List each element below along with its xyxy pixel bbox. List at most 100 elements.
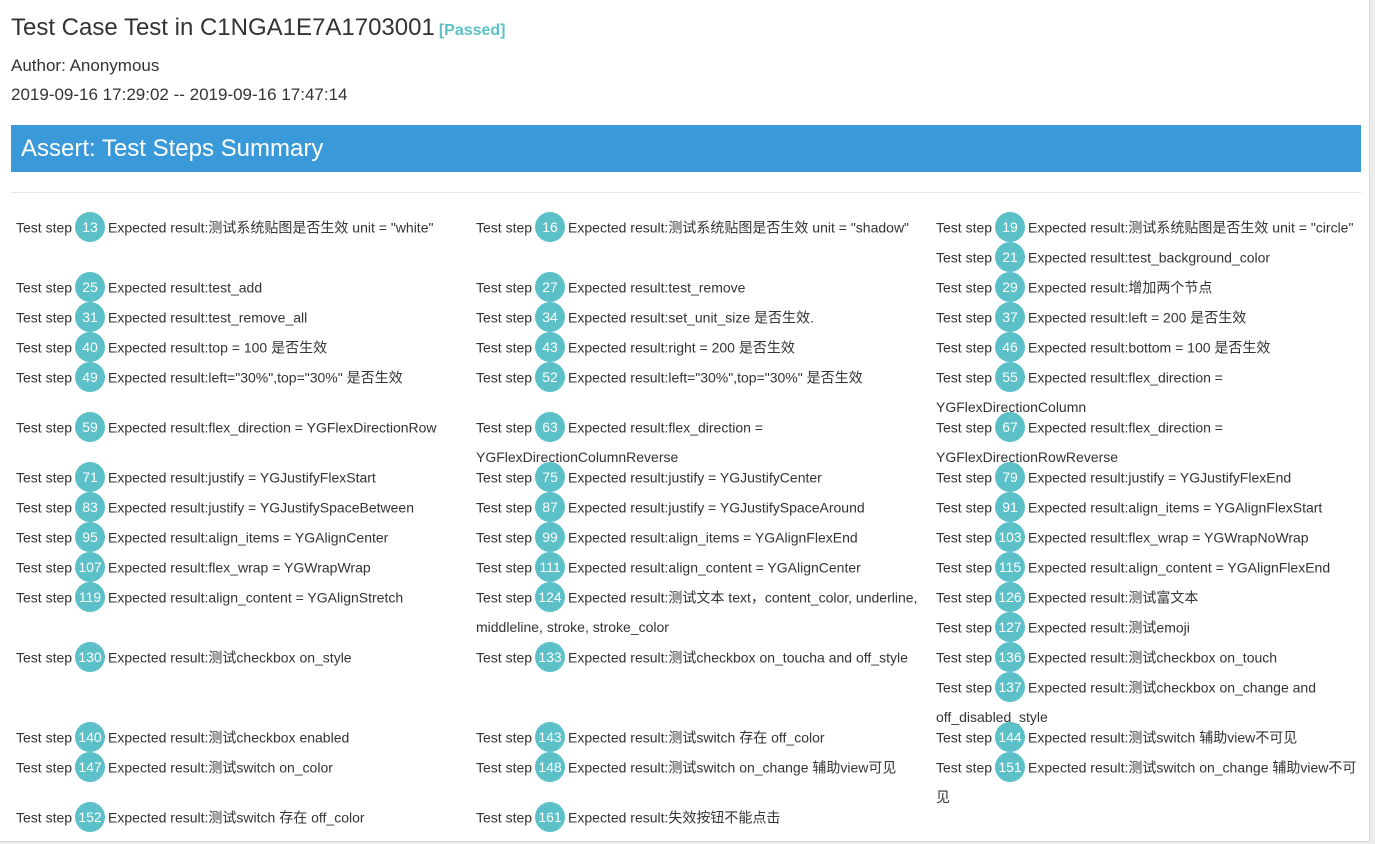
step-number-badge: 67 [995,412,1026,442]
test-step-row: Test step 99 Expected result:align_items =… [476,522,921,554]
step-number-badge: 79 [995,462,1026,492]
step-number-badge: 71 [75,462,106,492]
expected-result-text: Expected result:left="30%",top="30%" 是否生… [568,369,863,386]
test-step-row: Test step 126 Expected result:测试富文本 [936,582,1361,614]
step-number-badge: 119 [75,582,106,612]
test-step-row: Test step 140 Expected result:测试checkbox e… [16,722,461,754]
test-step-row: Test step 95 Expected result:align_items =… [16,522,461,554]
step-number-badge: 13 [75,212,106,242]
step-number-badge: 126 [995,582,1026,612]
expected-result-text: Expected result:justify = YGJustifySpace… [568,499,865,516]
step-label: Test step [936,249,993,266]
step-label: Test step [936,589,993,606]
step-number-badge: 59 [75,412,106,442]
step-number-badge: 151 [995,752,1026,782]
test-step-row: Test step 34 Expected result:set_unit_size… [476,302,921,334]
step-number-badge: 34 [535,302,566,332]
test-step-row: Test step 152 Expected result:测试switch 存在 … [16,802,461,834]
expected-result-text: Expected result:justify = YGJustifyFlexE… [1028,469,1292,486]
test-step-row: Test step 71 Expected result:justify = YGJ… [16,462,461,494]
step-number-badge: 31 [75,302,106,332]
step-label: Test step [476,529,533,546]
step-number-badge: 16 [535,212,566,242]
step-number-badge: 40 [75,332,106,362]
step-label: Test step [16,309,73,326]
expected-result-text: Expected result:测试富文本 [1028,589,1199,606]
step-number-badge: 75 [535,462,566,492]
test-step-row: Test step 143 Expected result:测试switch 存在 … [476,722,921,754]
expected-result-text: Expected result:justify = YGJustifyFlexS… [108,469,376,486]
step-label: Test step [936,469,993,486]
expected-result-text: Expected result:right = 200 是否生效 [568,339,795,356]
test-step-row: Test step 59 Expected result:flex_directio… [16,412,461,444]
step-number-badge: 127 [995,612,1026,642]
step-number-badge: 21 [995,242,1026,272]
expected-result-text: Expected result:测试checkbox enabled [108,729,350,746]
step-label: Test step [16,419,73,436]
step-label: Test step [936,679,993,696]
test-step-row: Test step 29 Expected result:增加两个节点 [936,272,1361,304]
expected-result-text: Expected result:set_unit_size 是否生效. [568,309,814,326]
test-step-row: Test step 19 Expected result:测试系统贴图是否生效 un… [936,212,1361,244]
test-step-row: Test step 40 Expected result:top = 100 是否生… [16,332,461,364]
step-number-badge: 27 [535,272,566,302]
step-number-badge: 107 [75,552,106,582]
author-line: Author: Anonymous [11,56,160,75]
test-step-row: Test step 87 Expected result:justify = YGJ… [476,492,921,524]
test-step-row: Test step 63 Expected result:flex_directio… [476,412,921,470]
test-step-row: Test step 27 Expected result:test_remove [476,272,921,304]
step-label: Test step [476,309,533,326]
step-label: Test step [936,759,993,776]
step-number-badge: 143 [535,722,566,752]
expected-result-text: Expected result:left = 200 是否生效 [1028,309,1247,326]
step-number-badge: 52 [535,362,566,392]
expected-result-text: Expected result:test_remove_all [108,309,308,326]
test-step-row: Test step 67 Expected result:flex_directio… [936,412,1361,470]
test-step-row: Test step 75 Expected result:justify = YGJ… [476,462,921,494]
expected-result-text: Expected result:test_remove [568,279,746,296]
test-step-row: Test step 136 Expected result:测试checkbox o… [936,642,1361,674]
expected-result-text: Expected result:align_items = YGAlignCen… [108,529,389,546]
expected-result-text: Expected result:flex_direction = YGFlexD… [108,419,437,436]
step-label: Test step [936,729,993,746]
test-step-row: Test step 37 Expected result:left = 200 是否… [936,302,1361,334]
step-label: Test step [936,649,993,666]
step-number-badge: 124 [535,582,566,612]
step-number-badge: 147 [75,752,106,782]
step-label: Test step [936,279,993,296]
expected-result-text: Expected result:align_items = YGAlignFle… [568,529,858,546]
step-number-badge: 95 [75,522,106,552]
test-step-row: Test step 137 Expected result:测试checkbox o… [936,672,1361,730]
step-label: Test step [16,279,73,296]
expected-result-text: Expected result:align_content = YGAlignF… [1028,559,1331,576]
test-step-row: Test step 21 Expected result:test_backgrou… [936,242,1361,274]
step-number-badge: 137 [995,672,1026,702]
step-label: Test step [936,559,993,576]
expected-result-text: Expected result:测试系统贴图是否生效 unit = "white… [108,219,434,236]
step-label: Test step [476,559,533,576]
step-number-badge: 144 [995,722,1026,752]
report-panel: Test Case Test in C1NGA1E7A1703001 [Passe… [0,0,1370,842]
step-label: Test step [936,529,993,546]
time-range: 2019-09-16 17:29:02 -- 2019-09-16 17:47:… [11,85,348,104]
step-label: Test step [476,729,533,746]
step-label: Test step [476,809,533,826]
test-step-row: Test step 107 Expected result:flex_wrap = … [16,552,461,584]
expected-result-text: Expected result:flex_wrap = YGWrapNoWrap [1028,529,1309,546]
step-label: Test step [476,339,533,356]
test-step-row: Test step 147 Expected result:测试switch on_… [16,752,461,784]
step-label: Test step [16,649,73,666]
expected-result-text: Expected result:测试switch on_change 辅助vie… [568,759,897,776]
step-number-badge: 140 [75,722,106,752]
step-label: Test step [16,219,73,236]
test-step-row: Test step 31 Expected result:test_remove_a… [16,302,461,334]
step-number-badge: 87 [535,492,566,522]
expected-result-text: Expected result:测试switch on_color [108,759,333,776]
step-number-badge: 161 [535,802,566,832]
step-number-badge: 29 [995,272,1026,302]
expected-result-text: Expected result:align_items = YGAlignFle… [1028,499,1323,516]
expected-result-text: Expected result:align_content = YGAlignC… [568,559,861,576]
test-step-row: Test step 148 Expected result:测试switch on_… [476,752,921,784]
test-step-row: Test step 151 Expected result:测试switch on_… [936,752,1361,810]
test-step-row: Test step 161 Expected result:失效按钮不能点击 [476,802,921,834]
